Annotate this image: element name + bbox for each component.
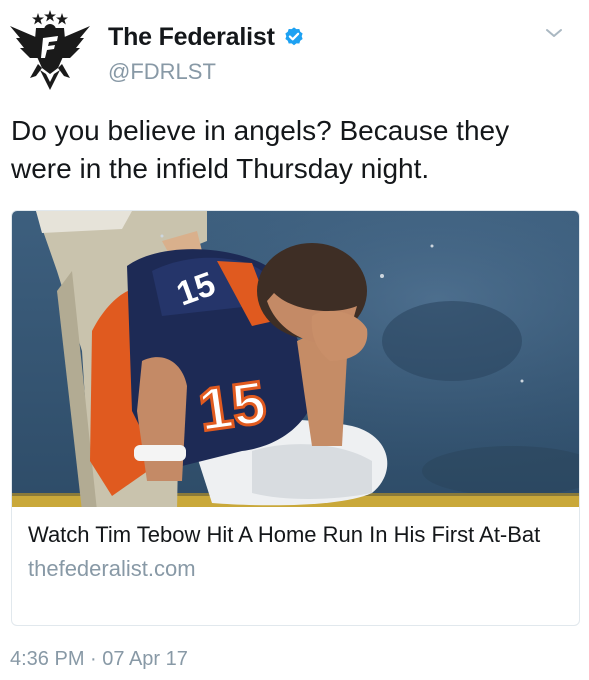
card-title[interactable]: Watch Tim Tebow Hit A Home Run In His Fi… bbox=[28, 519, 558, 550]
card-image[interactable]: 15 15 bbox=[12, 211, 579, 507]
chevron-down-icon[interactable] bbox=[541, 24, 567, 42]
card-domain: thefederalist.com bbox=[28, 556, 196, 581]
link-card[interactable]: 15 15 Watch Tim Tebow Hit A Home Run In … bbox=[11, 210, 580, 626]
card-body: Watch Tim Tebow Hit A Home Run In His Fi… bbox=[28, 519, 558, 582]
svg-text:15: 15 bbox=[194, 368, 269, 444]
name-row: The Federalist bbox=[108, 20, 305, 54]
tweet-text: Do you believe in angels? Because they w… bbox=[11, 115, 510, 184]
federalist-eagle-logo-icon[interactable] bbox=[8, 8, 92, 92]
verified-badge-icon bbox=[285, 27, 303, 46]
handle[interactable]: @FDRLST bbox=[108, 59, 305, 85]
display-name[interactable]: The Federalist bbox=[108, 23, 275, 52]
timestamp[interactable]: 4:36 PM · 07 Apr 17 bbox=[10, 648, 188, 671]
author-block: The Federalist @FDRLST bbox=[108, 20, 305, 85]
tweet: The Federalist @FDRLST Do you believe in… bbox=[0, 0, 589, 680]
